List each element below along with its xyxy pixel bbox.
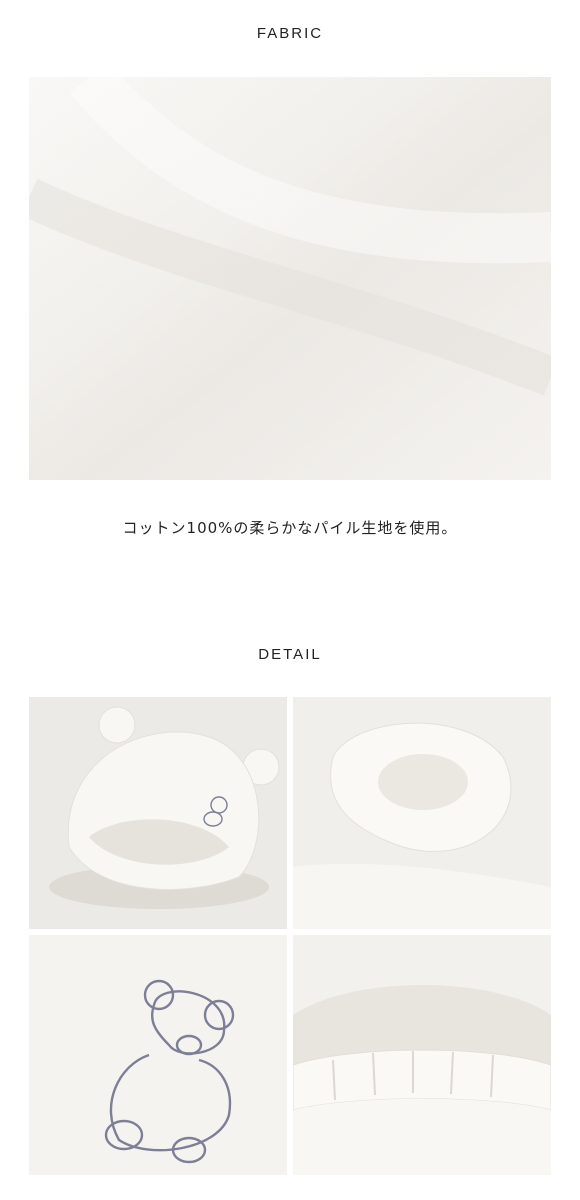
detail-photo-cap: [29, 697, 287, 929]
detail-photo-ear: [293, 697, 551, 929]
fabric-heading: FABRIC: [256, 25, 324, 42]
detail-photo-elastic-band: [293, 935, 551, 1175]
fabric-caption: コットン100%の柔らかなパイル生地を使用。: [122, 519, 458, 537]
detail-heading: DETAIL: [258, 646, 322, 663]
fabric-texture-photo: [29, 77, 551, 480]
detail-photo-bear-embroidery: [29, 935, 287, 1175]
